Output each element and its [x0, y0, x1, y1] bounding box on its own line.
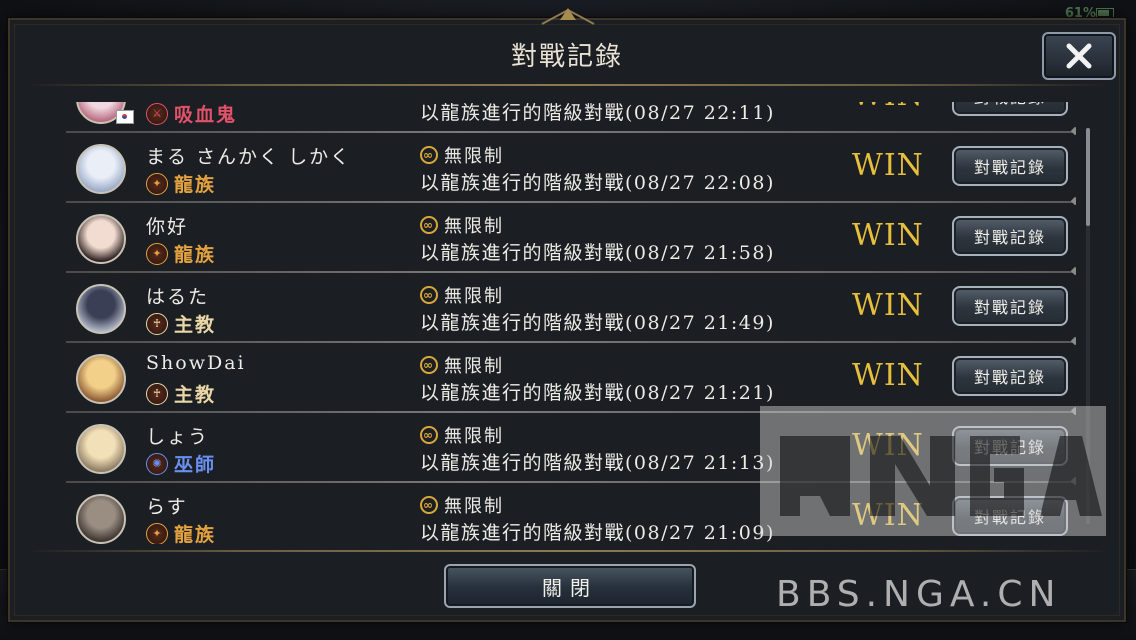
match-description: 以龍族進行的階級對戰(08/27 21:09) [420, 522, 775, 544]
table-row: ⚔ 吸血鬼 ∞ 無限制 以龍族進行的階級對戰(08/27 22:11) WIN … [66, 102, 1076, 133]
class-label: 龍族 [174, 244, 217, 266]
battle-record-button[interactable]: 對戰記錄 [952, 216, 1068, 256]
mode: ∞ 無限制 [420, 422, 504, 448]
infinity-icon: ∞ [420, 356, 438, 374]
scrollbar-thumb[interactable] [1086, 128, 1090, 226]
opponent-class: ♰ 主教 [146, 310, 216, 337]
row-divider [66, 201, 1076, 203]
class-icon: ⚔ [146, 102, 168, 125]
close-icon [1066, 43, 1092, 69]
class-icon: ✦ [146, 522, 168, 544]
battle-record-button[interactable]: 對戰記錄 [952, 102, 1068, 116]
class-label: 吸血鬼 [174, 104, 238, 126]
class-icon: ♰ [146, 312, 168, 335]
flag-icon [116, 110, 134, 124]
class-label: 龍族 [174, 174, 217, 196]
bottom-divider [24, 550, 1110, 552]
opponent-class: ♰ 主教 [146, 380, 216, 407]
title-divider [24, 84, 1110, 86]
mode: ∞ 無限制 [420, 352, 504, 378]
opponent-class: ✺ 巫師 [146, 450, 216, 477]
mode-label: 無限制 [444, 426, 504, 447]
table-row: まる さんかく しかく ✦ 龍族 ∞ 無限制 以龍族進行的階級對戰(08/27 … [66, 134, 1076, 203]
match-result: WIN [852, 102, 924, 113]
match-description: 以龍族進行的階級對戰(08/27 21:21) [420, 382, 775, 404]
infinity-icon: ∞ [420, 426, 438, 444]
table-row: はるた ♰ 主教 ∞ 無限制 以龍族進行的階級對戰(08/27 21:49) W… [66, 274, 1076, 343]
mode-label: 無限制 [444, 496, 504, 517]
mode: ∞ 無限制 [420, 212, 504, 238]
avatar[interactable] [76, 284, 126, 334]
nga-logo-watermark [760, 406, 1106, 536]
match-result: WIN [852, 218, 924, 253]
class-label: 主教 [174, 384, 217, 406]
opponent-name: しょう [146, 426, 210, 448]
opponent-name: ShowDai [146, 352, 246, 374]
watermark-text: BBS.NGA.CN [776, 574, 1062, 615]
mode-label: 無限制 [444, 286, 504, 307]
mode: ∞ 無限制 [420, 282, 504, 308]
match-result: WIN [852, 148, 924, 183]
class-icon: ✦ [146, 172, 168, 195]
battle-record-button[interactable]: 對戰記錄 [952, 146, 1068, 186]
battery-icon [1096, 8, 1114, 18]
mode: ∞ 無限制 [420, 492, 504, 518]
ornament-icon [541, 8, 595, 25]
opponent-name: らす [146, 496, 188, 518]
class-label: 龍族 [174, 524, 217, 544]
class-icon: ✦ [146, 242, 168, 265]
class-icon: ♰ [146, 382, 168, 405]
avatar[interactable] [76, 494, 126, 544]
mode: ∞ 無限制 [420, 142, 504, 168]
battle-record-button[interactable]: 對戰記錄 [952, 356, 1068, 396]
infinity-icon: ∞ [420, 216, 438, 234]
class-icon: ✺ [146, 452, 168, 475]
match-description: 以龍族進行的階級對戰(08/27 22:08) [420, 172, 775, 194]
opponent-class: ✦ 龍族 [146, 240, 216, 267]
avatar[interactable] [76, 214, 126, 264]
avatar[interactable] [76, 354, 126, 404]
match-description: 以龍族進行的階級對戰(08/27 21:49) [420, 312, 775, 334]
mode-label: 無限制 [444, 216, 504, 237]
infinity-icon: ∞ [420, 146, 438, 164]
battle-record-button[interactable]: 對戰記錄 [952, 286, 1068, 326]
class-label: 巫師 [174, 454, 217, 476]
dialog-title: 對戰記錄 [510, 42, 623, 72]
match-result: WIN [852, 288, 924, 323]
avatar[interactable] [76, 424, 126, 474]
match-result: WIN [852, 358, 924, 393]
opponent-name: はるた [146, 286, 210, 308]
opponent-name: 你好 [146, 216, 189, 238]
row-divider [66, 271, 1076, 273]
table-row: 你好 ✦ 龍族 ∞ 無限制 以龍族進行的階級對戰(08/27 21:58) WI… [66, 204, 1076, 273]
match-description: 以龍族進行的階級對戰(08/27 21:13) [420, 452, 775, 474]
opponent-class: ✦ 龍族 [146, 170, 216, 197]
row-divider [66, 341, 1076, 343]
mode-label: 無限制 [444, 356, 504, 377]
close-button[interactable]: 關閉 [444, 564, 696, 608]
opponent-class: ✦ 龍族 [146, 520, 216, 544]
class-label: 主教 [174, 314, 217, 336]
avatar[interactable] [76, 144, 126, 194]
match-description: 以龍族進行的階級對戰(08/27 21:58) [420, 242, 775, 264]
mode-label: 無限制 [444, 146, 504, 167]
infinity-icon: ∞ [420, 286, 438, 304]
match-description: 以龍族進行的階級對戰(08/27 22:11) [420, 102, 775, 124]
row-divider [66, 131, 1076, 133]
close-x-button[interactable] [1042, 32, 1116, 80]
opponent-name: まる さんかく しかく [146, 146, 352, 168]
opponent-class: ⚔ 吸血鬼 [146, 102, 237, 127]
infinity-icon: ∞ [420, 496, 438, 514]
